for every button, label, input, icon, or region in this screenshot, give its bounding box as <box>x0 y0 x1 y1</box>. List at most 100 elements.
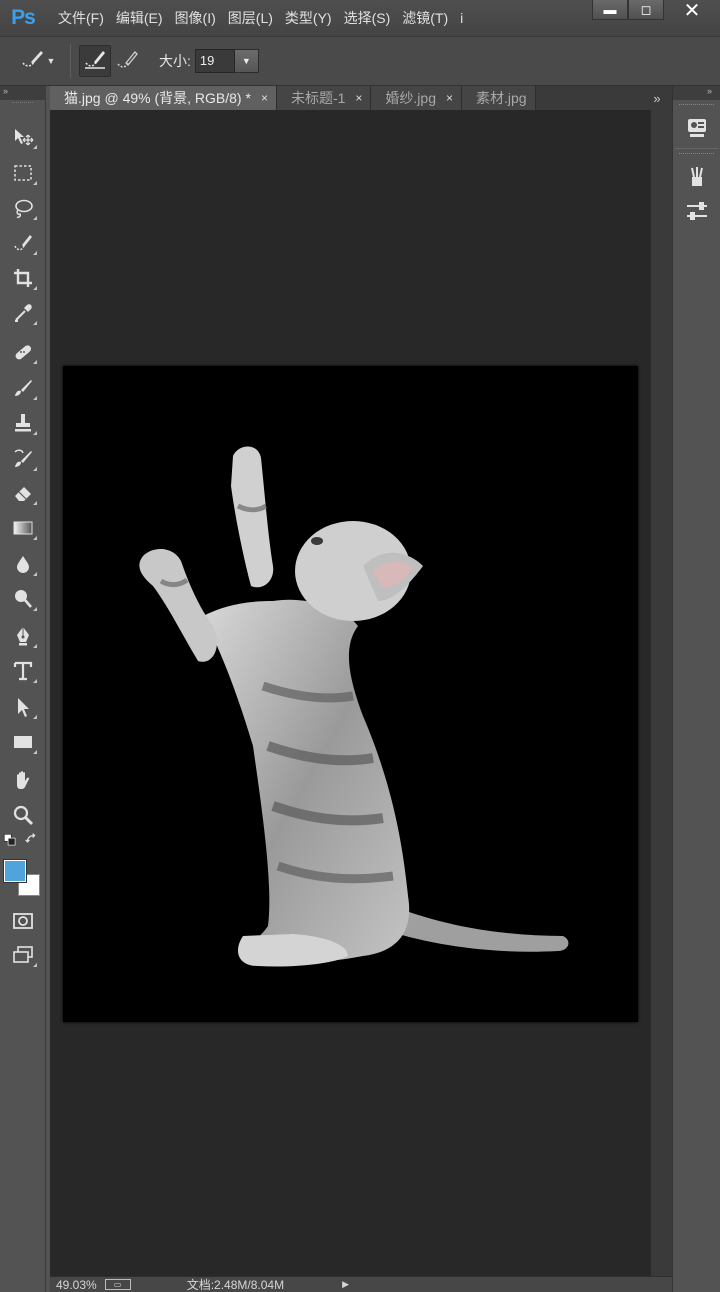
blur-tool[interactable] <box>8 549 38 579</box>
foreground-color-swatch[interactable] <box>3 859 27 883</box>
default-colors-button[interactable] <box>0 830 20 850</box>
app-logo: Ps <box>11 6 36 29</box>
crop-tool[interactable] <box>8 263 38 293</box>
document-canvas[interactable] <box>63 366 638 1022</box>
menu-select[interactable]: 选择(S) <box>344 8 391 28</box>
status-menu-arrow-icon[interactable]: ▶ <box>342 1279 349 1290</box>
tab-wedding-jpg[interactable]: 婚纱.jpg × <box>371 86 463 110</box>
move-tool[interactable] <box>8 122 38 152</box>
canvas-area[interactable] <box>50 110 650 1276</box>
history-icon <box>688 119 706 137</box>
path-selection-icon <box>18 698 29 717</box>
tool-preset-picker[interactable]: ▼ <box>18 42 56 80</box>
brush-presets-panel-button[interactable] <box>677 161 717 193</box>
close-icon[interactable]: × <box>446 91 453 105</box>
brush-tool[interactable] <box>8 373 38 403</box>
gradient-icon <box>13 521 33 535</box>
dodge-icon <box>15 590 32 608</box>
divider <box>70 44 71 78</box>
divider <box>675 148 718 149</box>
status-bar: 49.03% ▭ 文档:2.48M/8.04M ▶ <box>50 1276 672 1292</box>
document-info: 文档:2.48M/8.04M <box>186 1278 285 1292</box>
menu-filter[interactable]: 滤镜(T) <box>402 8 448 28</box>
zoom-level[interactable]: 49.03% <box>56 1278 97 1292</box>
chevron-down-icon: ▼ <box>46 56 56 66</box>
eyedropper-tool[interactable] <box>8 298 38 328</box>
quick-selection-icon <box>19 47 45 76</box>
rectangle-icon <box>14 736 32 748</box>
new-selection-button[interactable] <box>79 45 111 77</box>
vertical-scrollbar[interactable] <box>650 110 672 1276</box>
close-button[interactable]: ✕ <box>664 0 720 22</box>
cat-image <box>139 446 569 967</box>
minimize-button[interactable]: ▬ <box>592 0 628 20</box>
marquee-tool[interactable] <box>8 158 38 188</box>
menu-file[interactable]: 文件(F) <box>58 8 104 28</box>
rectangle-tool[interactable] <box>8 727 38 757</box>
panel-grip[interactable] <box>679 104 714 108</box>
menu-edit[interactable]: 编辑(E) <box>116 8 163 28</box>
menu-image[interactable]: 图像(I) <box>175 8 216 28</box>
pen-icon <box>17 627 29 646</box>
history-panel-button[interactable] <box>677 112 717 144</box>
screen-mode-icon <box>13 946 33 963</box>
quick-selection-icon <box>14 235 32 251</box>
swap-colors-icon <box>25 833 36 843</box>
menu-more[interactable]: i <box>460 10 463 26</box>
adjustments-panel-button[interactable] <box>677 195 717 227</box>
blur-icon <box>17 556 29 573</box>
menu-bar: Ps 文件(F) 编辑(E) 图像(I) 图层(L) 类型(Y) 选择(S) 滤… <box>0 0 720 36</box>
close-icon[interactable]: × <box>261 91 268 105</box>
chevron-down-icon: ▼ <box>241 56 251 66</box>
restore-button[interactable]: ◻ <box>628 0 664 20</box>
crop-icon <box>14 269 32 287</box>
menu-type[interactable]: 类型(Y) <box>285 8 332 28</box>
dock-collapse-button[interactable]: » <box>673 86 720 100</box>
subtract-brush-icon <box>115 48 139 75</box>
collapse-icon: » <box>3 86 9 96</box>
tab-label: 未标题-1 <box>290 90 346 106</box>
type-tool[interactable] <box>8 656 38 686</box>
menu-layer[interactable]: 图层(L) <box>228 8 273 28</box>
path-selection-tool[interactable] <box>8 692 38 722</box>
history-brush-tool[interactable] <box>8 444 38 474</box>
healing-brush-tool[interactable] <box>8 337 38 367</box>
lasso-icon <box>15 199 33 218</box>
collapse-icon: » <box>706 86 712 96</box>
screen-mode-button[interactable] <box>8 940 38 970</box>
tab-label: 素材.jpg <box>476 90 527 106</box>
swap-colors-button[interactable] <box>22 830 42 850</box>
zoom-tool[interactable] <box>8 800 38 830</box>
clone-stamp-tool[interactable] <box>8 408 38 438</box>
tab-cat-jpg[interactable]: 猫.jpg @ 49% (背景, RGB/8) * × <box>50 86 277 110</box>
hand-tool[interactable] <box>8 765 38 795</box>
subtract-selection-button[interactable] <box>111 45 143 77</box>
tab-material-jpg[interactable]: 素材.jpg <box>462 86 536 110</box>
size-label: 大小: <box>159 53 191 69</box>
size-dropdown-button[interactable]: ▼ <box>234 49 259 73</box>
panel-grip[interactable] <box>12 102 33 112</box>
pen-tool[interactable] <box>8 621 38 651</box>
zoom-icon <box>13 805 34 826</box>
proof-setup-icon[interactable]: ▭ <box>104 1279 131 1290</box>
quick-mask-icon <box>13 913 33 929</box>
eraser-tool[interactable] <box>8 478 38 508</box>
toolbar-collapse[interactable]: » <box>0 86 46 100</box>
tabs-overflow-button[interactable]: » <box>642 86 672 110</box>
dodge-tool[interactable] <box>8 584 38 614</box>
quick-selection-tool[interactable] <box>8 228 38 258</box>
size-input[interactable]: 19 <box>194 49 235 73</box>
quick-mask-button[interactable] <box>8 906 38 936</box>
default-colors-icon <box>3 833 16 846</box>
adjustments-icon <box>687 202 707 220</box>
eyedropper-icon <box>15 304 32 322</box>
panel-grip[interactable] <box>679 153 714 157</box>
right-panel-dock: » <box>672 86 720 1292</box>
close-icon[interactable]: × <box>355 91 362 105</box>
lasso-tool[interactable] <box>8 193 38 223</box>
tab-untitled-1[interactable]: 未标题-1 × <box>276 86 372 110</box>
type-icon <box>13 661 33 681</box>
new-selection-brush-icon <box>83 48 107 75</box>
color-swatches <box>3 859 42 900</box>
gradient-tool[interactable] <box>8 513 38 543</box>
